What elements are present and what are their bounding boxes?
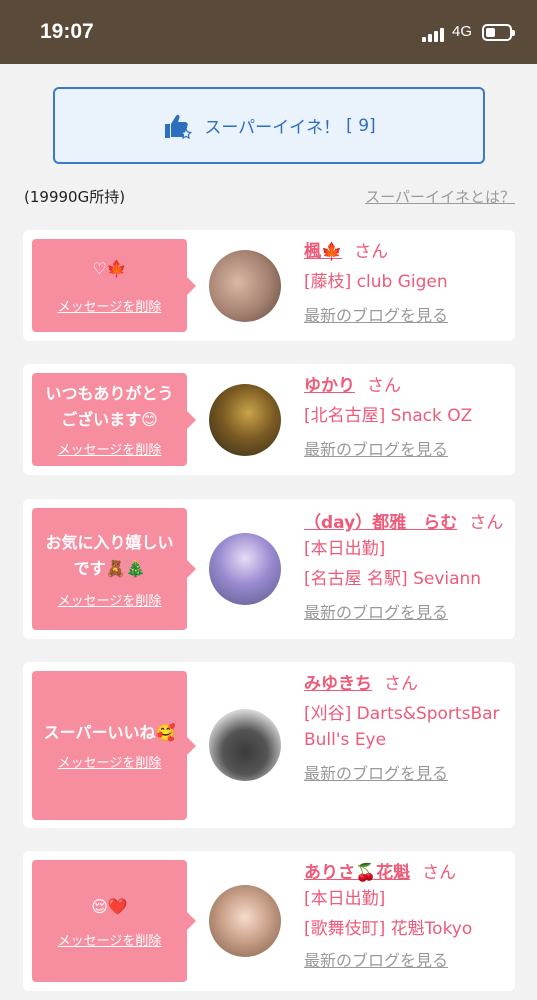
avatar[interactable] <box>209 533 281 605</box>
profile-info: ありさ🍒花魁 さん [本日出勤] [歌舞伎町] 花魁Tokyo 最新のブログを見る <box>304 860 509 974</box>
cast-name[interactable]: （day）都雅 らむ <box>304 513 457 533</box>
avatar[interactable] <box>209 709 281 781</box>
super-like-card: いつもありがとうございます😊 メッセージを削除 ゆかり さん [北名古屋] Sna… <box>23 364 515 475</box>
super-like-card: お気に入り嬉しいです🧸🎄 メッセージを削除 （day）都雅 らむ さん [本日出勤… <box>23 499 515 639</box>
status-bar: 19:07 4G <box>0 0 537 64</box>
delete-message-link[interactable]: メッセージを削除 <box>58 296 162 315</box>
thumbs-up-star-icon <box>165 114 193 139</box>
latest-blog-link[interactable]: 最新のブログを見る <box>304 948 448 974</box>
message-text: 😌❤️ <box>91 896 128 916</box>
message-text: いつもありがとうございます😊 <box>45 384 174 429</box>
super-like-count: [ 9] <box>346 115 376 136</box>
profile-info: （day）都雅 らむ さん [本日出勤] [名古屋 名駅] Seviann 最新の… <box>304 510 509 626</box>
network-type: 4G <box>452 23 473 40</box>
super-like-card: 😌❤️ メッセージを削除 ありさ🍒花魁 さん [本日出勤] [歌舞伎町] 花魁To… <box>23 851 515 991</box>
delete-message-link[interactable]: メッセージを削除 <box>58 930 162 949</box>
message-bubble: いつもありがとうございます😊 メッセージを削除 <box>32 373 196 466</box>
profile-info: ゆかり さん [北名古屋] Snack OZ 最新のブログを見る <box>304 373 504 463</box>
cast-name[interactable]: みゆきち <box>304 674 372 694</box>
message-bubble: ♡🍁 メッセージを削除 <box>32 239 196 332</box>
status-time: 19:07 <box>40 20 94 43</box>
message-bubble: スーパーいいね🥰 メッセージを削除 <box>32 671 196 820</box>
message-text: スーパーいいね🥰 <box>43 723 176 742</box>
delete-message-link[interactable]: メッセージを削除 <box>58 590 162 609</box>
avatar[interactable] <box>209 250 281 322</box>
super-like-label: スーパーイイネ！ <box>204 118 341 138</box>
status-note: [本日出勤] <box>304 539 386 559</box>
avatar[interactable] <box>209 384 281 456</box>
delete-message-link[interactable]: メッセージを削除 <box>58 439 162 458</box>
avatar[interactable] <box>209 885 281 957</box>
status-note: [本日出勤] <box>304 889 386 909</box>
cast-name[interactable]: ありさ🍒花魁 <box>304 863 410 883</box>
delete-message-link[interactable]: メッセージを削除 <box>58 752 162 771</box>
latest-blog-link[interactable]: 最新のブログを見る <box>304 761 448 787</box>
honorific: さん <box>367 376 401 396</box>
store-name: [刈谷] Darts&SportsBar Bull's Eye <box>304 704 500 750</box>
latest-blog-link[interactable]: 最新のブログを見る <box>304 303 448 329</box>
owned-points: (19990G所持) <box>24 188 126 206</box>
super-like-card: スーパーいいね🥰 メッセージを削除 みゆきち さん [刈谷] Darts&Spor… <box>23 662 515 828</box>
cast-name[interactable]: 楓🍁 <box>304 242 342 262</box>
super-like-button[interactable]: スーパーイイネ！ [ 9] <box>53 87 485 164</box>
latest-blog-link[interactable]: 最新のブログを見る <box>304 600 448 626</box>
honorific: さん <box>384 674 418 694</box>
super-like-card: ♡🍁 メッセージを削除 楓🍁 さん [藤枝] club Gigen 最新のブログを… <box>23 230 515 341</box>
battery-icon <box>482 24 515 41</box>
cast-name[interactable]: ゆかり <box>304 376 355 396</box>
store-name: [藤枝] club Gigen <box>304 272 448 292</box>
message-text: お気に入り嬉しいです🧸🎄 <box>45 532 174 578</box>
store-name: [歌舞伎町] 花魁Tokyo <box>304 919 473 939</box>
signal-icon <box>422 26 446 42</box>
latest-blog-link[interactable]: 最新のブログを見る <box>304 437 448 463</box>
profile-info: みゆきち さん [刈谷] Darts&SportsBar Bull's Eye 最… <box>304 671 500 787</box>
message-text: ♡🍁 <box>92 259 127 278</box>
honorific: さん <box>469 513 504 533</box>
about-super-like-link[interactable]: スーパーイイネとは？ <box>365 186 515 207</box>
message-bubble: お気に入り嬉しいです🧸🎄 メッセージを削除 <box>32 508 196 630</box>
store-name: [名古屋 名駅] Seviann <box>304 569 482 589</box>
profile-info: 楓🍁 さん [藤枝] club Gigen 最新のブログを見る <box>304 239 504 329</box>
message-bubble: 😌❤️ メッセージを削除 <box>32 860 196 982</box>
honorific: さん <box>354 242 389 262</box>
store-name: [北名古屋] Snack OZ <box>304 406 473 426</box>
honorific: さん <box>422 863 457 883</box>
